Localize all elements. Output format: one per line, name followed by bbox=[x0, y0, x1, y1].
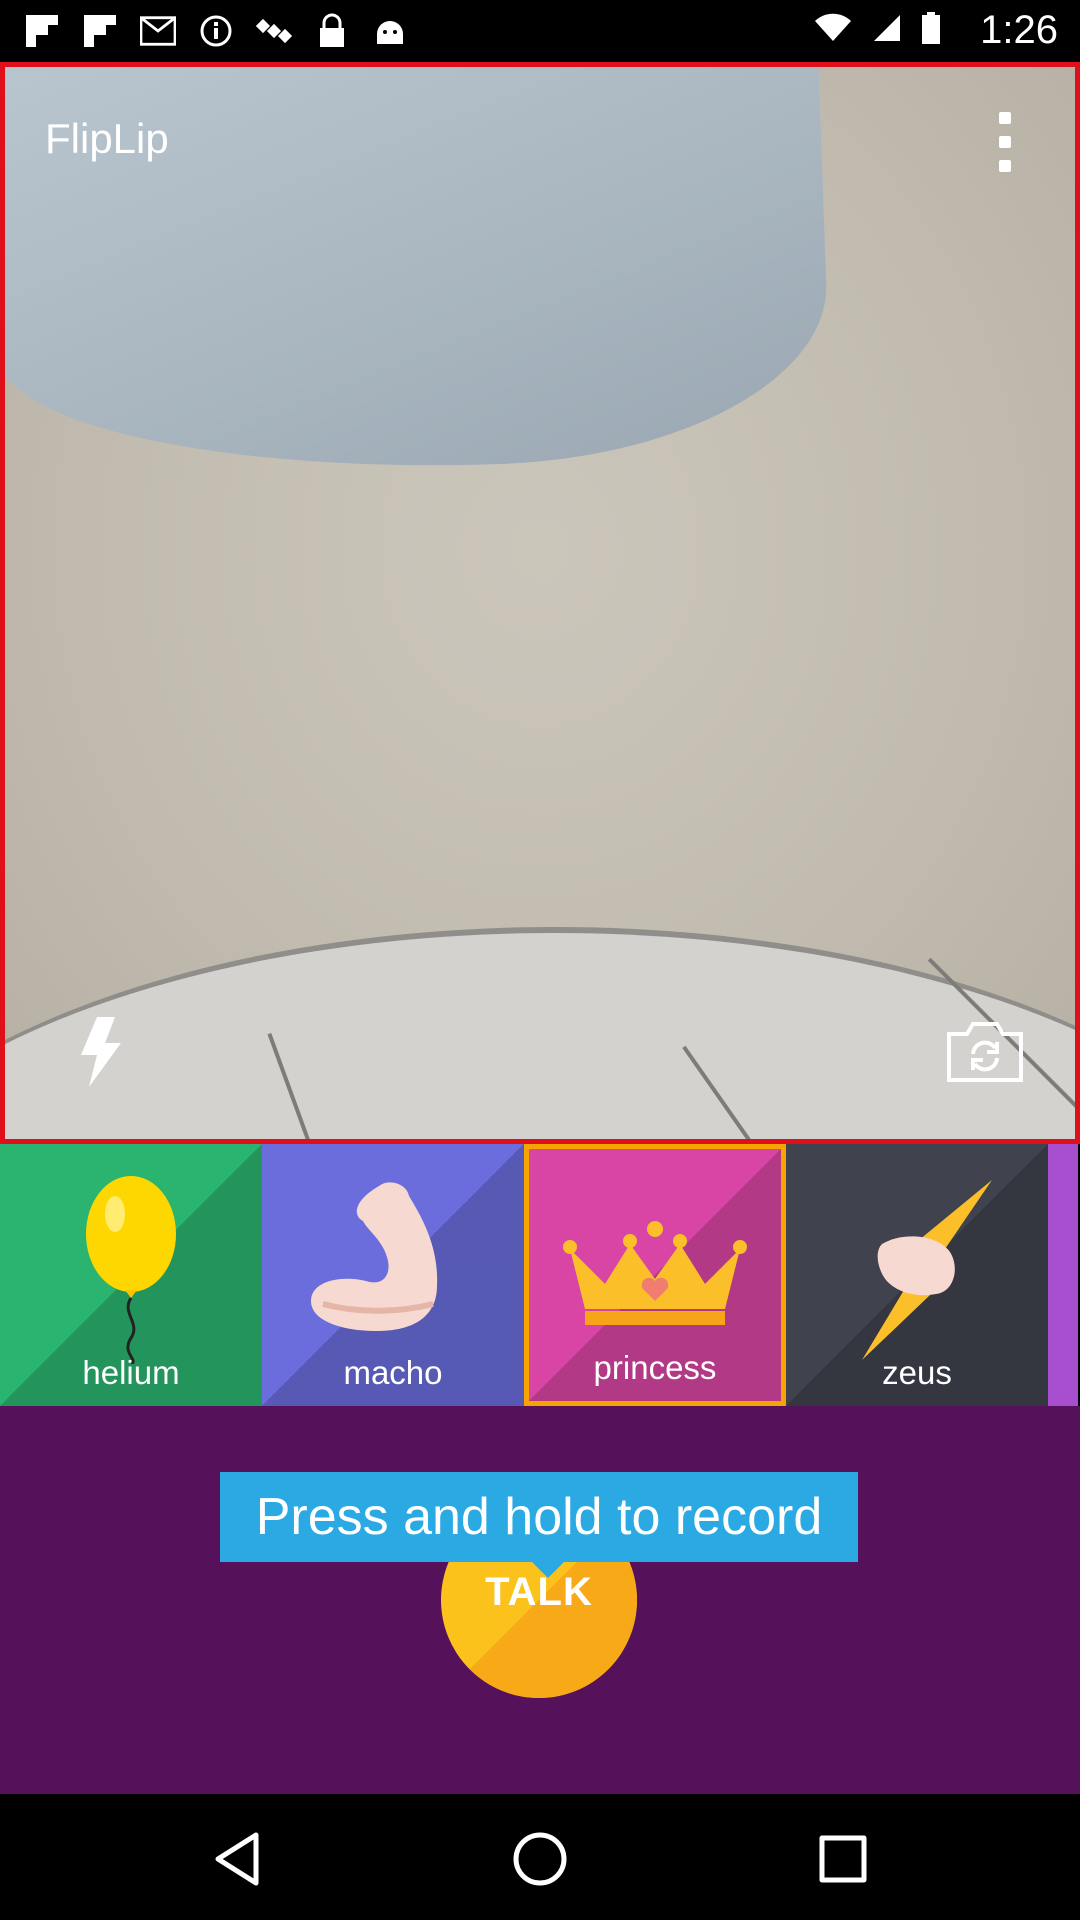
camera-preview[interactable]: FlipLip bbox=[0, 62, 1080, 1144]
effect-next-partial[interactable] bbox=[1048, 1144, 1078, 1406]
lock-icon bbox=[314, 13, 350, 49]
balloon-icon bbox=[81, 1174, 181, 1369]
navigation-bar bbox=[0, 1794, 1080, 1920]
effect-princess[interactable]: princess bbox=[524, 1144, 786, 1406]
flexed-bicep-icon bbox=[303, 1174, 483, 1349]
back-icon[interactable] bbox=[202, 1824, 272, 1894]
tooltip-text: Press and hold to record bbox=[255, 1488, 823, 1546]
signal-icon bbox=[872, 13, 902, 48]
voice-effects-strip: helium macho princess zeus bbox=[0, 1144, 1080, 1406]
android-icon bbox=[372, 13, 408, 49]
recents-icon[interactable] bbox=[808, 1824, 878, 1894]
effect-label: princess bbox=[593, 1349, 717, 1386]
effect-zeus[interactable]: zeus bbox=[786, 1144, 1048, 1406]
lightning-fist-icon bbox=[822, 1174, 1012, 1369]
status-bar: 1:26 bbox=[0, 0, 1080, 62]
crown-icon bbox=[560, 1219, 750, 1334]
effect-label: macho bbox=[343, 1354, 443, 1391]
effect-label: zeus bbox=[882, 1354, 952, 1391]
effect-helium[interactable]: helium bbox=[0, 1144, 262, 1406]
switch-camera-icon[interactable] bbox=[945, 1022, 1025, 1084]
home-icon[interactable] bbox=[505, 1824, 575, 1894]
gmail-icon bbox=[140, 13, 176, 49]
battery-icon bbox=[922, 12, 940, 49]
app-title: FlipLip bbox=[45, 115, 169, 162]
overflow-menu-icon[interactable] bbox=[995, 112, 1015, 172]
flash-icon[interactable] bbox=[75, 1017, 125, 1087]
wifi-icon bbox=[814, 13, 852, 48]
clock: 1:26 bbox=[980, 8, 1058, 52]
effect-macho[interactable]: macho bbox=[262, 1144, 524, 1406]
info-icon bbox=[198, 13, 234, 49]
record-hint-tooltip: Press and hold to record bbox=[220, 1472, 858, 1578]
flipboard-icon bbox=[24, 13, 60, 49]
satellite-icon bbox=[256, 13, 292, 49]
flipboard-icon bbox=[82, 13, 118, 49]
camera-scene-floor bbox=[5, 927, 1075, 1139]
effect-label: helium bbox=[82, 1354, 180, 1391]
